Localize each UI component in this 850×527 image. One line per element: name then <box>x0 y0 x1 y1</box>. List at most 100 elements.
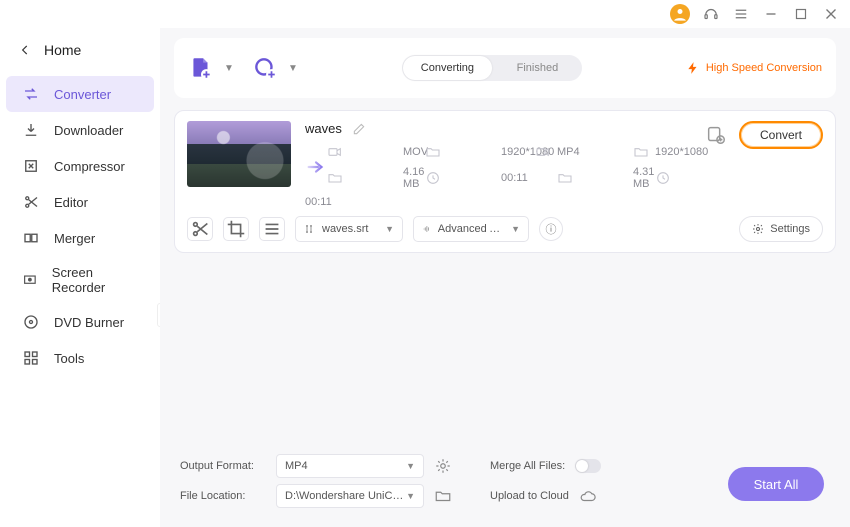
file-location-label: File Location: <box>180 490 266 502</box>
scissors-icon <box>22 193 40 211</box>
tab-converting[interactable]: Converting <box>403 56 492 80</box>
convert-label: Convert <box>760 128 802 142</box>
hamburger-icon[interactable] <box>732 5 750 23</box>
tab-label: Converting <box>421 62 474 74</box>
disc-icon <box>22 313 40 331</box>
merge-label: Merge All Files: <box>490 460 565 472</box>
sidebar-item-label: Downloader <box>54 123 123 138</box>
src-size: 4.16 MB <box>403 166 425 190</box>
sidebar-item-downloader[interactable]: Downloader <box>6 112 154 148</box>
chevron-left-icon <box>18 43 32 57</box>
src-res: 1920*1080 <box>501 146 535 158</box>
tab-segmented: Converting Finished <box>402 55 582 81</box>
high-speed-label: High Speed Conversion <box>706 62 822 74</box>
compressor-icon <box>22 157 40 175</box>
task-settings-button[interactable]: Settings <box>739 216 823 242</box>
sidebar-item-compressor[interactable]: Compressor <box>6 148 154 184</box>
file-location-value: D:\Wondershare UniConverter 1 <box>285 490 406 502</box>
folder-icon <box>557 170 573 186</box>
convert-button[interactable]: Convert <box>739 121 823 149</box>
output-format-label: Output Format: <box>180 460 266 472</box>
output-format-select[interactable]: MP4 ▼ <box>276 454 424 478</box>
clock-icon <box>425 170 441 186</box>
cloud-icon[interactable] <box>579 487 597 505</box>
sidebar-item-label: Tools <box>54 351 84 366</box>
dst-codec: MP4 <box>557 146 633 158</box>
headset-icon[interactable] <box>702 5 720 23</box>
main: ▼ ▼ Converting Finished High Speed Conve… <box>160 28 850 527</box>
folder-icon <box>327 170 343 186</box>
audio-icon <box>422 223 432 235</box>
avatar[interactable] <box>670 4 690 24</box>
audio-select[interactable]: Advanced Audi... ▼ <box>413 216 529 242</box>
output-settings-icon[interactable] <box>705 124 727 146</box>
clock-icon <box>655 170 671 186</box>
src-codec: MOV <box>403 146 425 158</box>
close-icon[interactable] <box>822 5 840 23</box>
open-folder-icon[interactable] <box>434 487 452 505</box>
titlebar <box>0 0 850 28</box>
start-all-button[interactable]: Start All <box>728 467 824 501</box>
file-location-select[interactable]: D:\Wondershare UniConverter 1 ▼ <box>276 484 424 508</box>
add-file-dropdown[interactable]: ▼ <box>224 63 234 74</box>
start-all-label: Start All <box>754 477 799 492</box>
sidebar-item-tools[interactable]: Tools <box>6 340 154 376</box>
sidebar-item-label: Converter <box>54 87 111 102</box>
task-title: waves <box>305 121 342 136</box>
tab-finished[interactable]: Finished <box>493 55 582 81</box>
chevron-down-icon: ▼ <box>406 491 415 501</box>
minimize-icon[interactable] <box>762 5 780 23</box>
bolt-icon <box>686 61 700 75</box>
sidebar-item-label: Compressor <box>54 159 125 174</box>
task-card: waves MOV 1920*1080 MP4 1920*1080 <box>174 110 836 253</box>
thumbnail[interactable] <box>187 121 291 187</box>
format-settings-icon[interactable] <box>434 457 452 475</box>
sidebar: Home Converter Downloader Compressor Edi… <box>0 28 160 527</box>
sidebar-item-label: Screen Recorder <box>52 265 138 295</box>
trim-button[interactable] <box>187 217 213 241</box>
more-button[interactable] <box>259 217 285 241</box>
sidebar-item-label: Merger <box>54 231 95 246</box>
dst-size: 4.31 MB <box>633 166 655 190</box>
sidebar-item-merger[interactable]: Merger <box>6 220 154 256</box>
upload-cloud-label: Upload to Cloud <box>490 490 569 502</box>
chevron-down-icon: ▼ <box>511 224 520 234</box>
sidebar-item-label: Editor <box>54 195 88 210</box>
recorder-icon <box>22 271 38 289</box>
high-speed-link[interactable]: High Speed Conversion <box>686 61 822 75</box>
crop-button[interactable] <box>223 217 249 241</box>
settings-label: Settings <box>770 223 810 235</box>
sidebar-item-screen-recorder[interactable]: Screen Recorder <box>6 256 154 304</box>
sidebar-item-editor[interactable]: Editor <box>6 184 154 220</box>
gear-icon <box>752 223 764 235</box>
output-format-value: MP4 <box>285 460 308 472</box>
maximize-icon[interactable] <box>792 5 810 23</box>
home-label: Home <box>44 42 81 58</box>
add-url-dropdown[interactable]: ▼ <box>288 63 298 74</box>
camera-icon <box>327 144 343 160</box>
add-file-button[interactable] <box>188 55 214 81</box>
converter-icon <box>22 85 40 103</box>
arrow-right-icon <box>305 156 327 178</box>
src-dur: 00:11 <box>501 172 535 184</box>
merge-toggle[interactable] <box>575 459 601 473</box>
grid-icon <box>22 349 40 367</box>
folder-icon <box>633 144 649 160</box>
merger-icon <box>22 229 40 247</box>
subtitle-icon <box>304 223 316 235</box>
download-icon <box>22 121 40 139</box>
toolbar: ▼ ▼ Converting Finished High Speed Conve… <box>174 38 836 98</box>
home-link[interactable]: Home <box>0 36 160 76</box>
sidebar-item-label: DVD Burner <box>54 315 124 330</box>
subtitle-select[interactable]: waves.srt ▼ <box>295 216 403 242</box>
sidebar-item-converter[interactable]: Converter <box>6 76 154 112</box>
add-url-button[interactable] <box>252 55 278 81</box>
edit-icon[interactable] <box>352 122 366 136</box>
subtitle-value: waves.srt <box>322 223 368 235</box>
sidebar-item-dvd-burner[interactable]: DVD Burner <box>6 304 154 340</box>
camera-icon <box>535 144 551 160</box>
chevron-down-icon: ▼ <box>385 224 394 234</box>
info-button[interactable]: ⓘ <box>539 217 563 241</box>
audio-value: Advanced Audi... <box>438 223 505 235</box>
tab-label: Finished <box>517 62 559 74</box>
